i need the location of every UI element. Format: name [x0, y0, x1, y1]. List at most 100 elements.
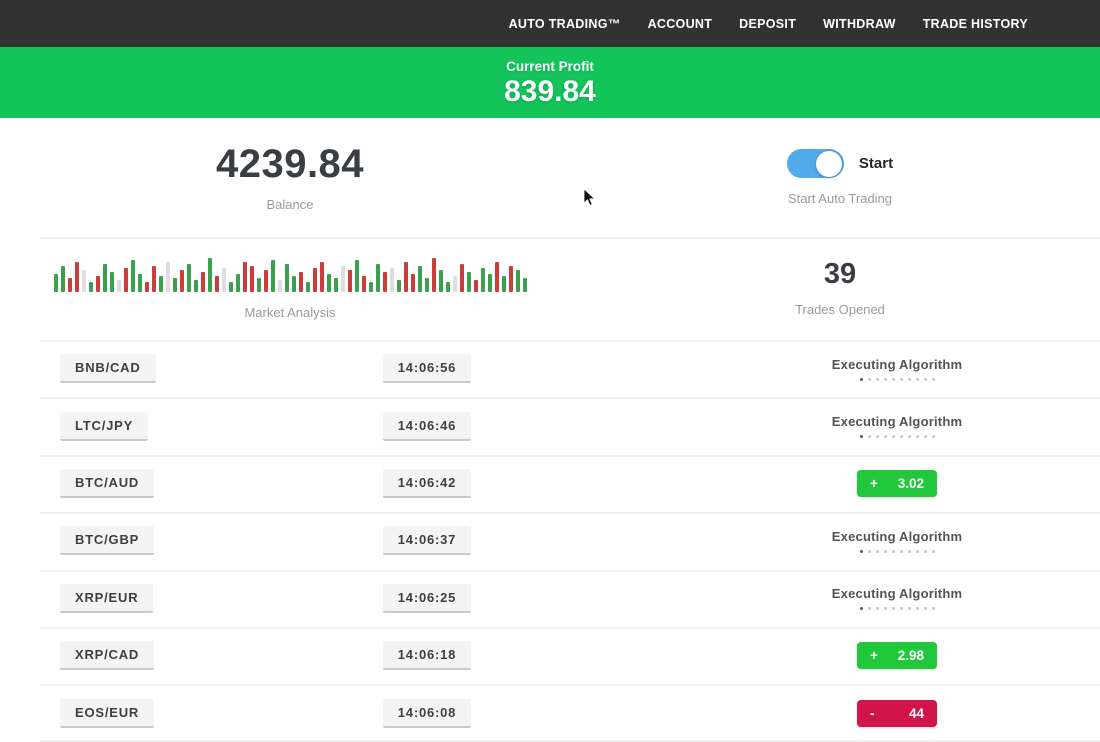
auto-trading-stat: Start Start Auto Trading	[580, 118, 1100, 237]
auto-trading-app: AUTO TRADING™ ACCOUNT DEPOSIT WITHDRAW T…	[0, 0, 1100, 742]
market-bar	[460, 264, 464, 292]
nav-trade-history[interactable]: TRADE HISTORY	[923, 17, 1028, 31]
progress-dot	[900, 435, 903, 438]
time-badge: 14:06:56	[383, 354, 471, 383]
executing-label: Executing Algorithm	[832, 414, 962, 429]
trade-row: XRP/EUR 14:06:25 Executing Algorithm	[0, 570, 1100, 627]
pair-badge[interactable]: XRP/EUR	[60, 584, 153, 613]
progress-dot	[868, 378, 871, 381]
balance-stat: 4239.84 Balance	[0, 118, 580, 237]
toggle-label: Start	[859, 155, 893, 172]
result-sign: +	[870, 648, 878, 663]
executing-label: Executing Algorithm	[832, 357, 962, 372]
balance-value: 4239.84	[216, 144, 364, 184]
progress-dot	[932, 607, 935, 610]
market-bar	[61, 266, 65, 292]
executing-status: Executing Algorithm	[832, 414, 962, 438]
market-bar	[292, 276, 296, 292]
result-badge: + 3.02	[857, 470, 937, 497]
top-navbar: AUTO TRADING™ ACCOUNT DEPOSIT WITHDRAW T…	[0, 0, 1100, 47]
market-analysis-chart	[54, 258, 527, 292]
pair-badge[interactable]: BNB/CAD	[60, 354, 156, 383]
market-bar	[138, 274, 142, 292]
market-bar	[383, 272, 387, 292]
progress-dot	[860, 550, 863, 553]
nav-deposit[interactable]: DEPOSIT	[739, 17, 796, 31]
market-bar	[327, 274, 331, 292]
nav-withdraw[interactable]: WITHDRAW	[823, 17, 896, 31]
market-bar	[313, 268, 317, 292]
result-sign: +	[870, 476, 878, 491]
market-bar	[194, 280, 198, 292]
progress-dot	[868, 550, 871, 553]
pair-badge[interactable]: LTC/JPY	[60, 412, 148, 441]
pair-badge[interactable]: BTC/AUD	[60, 469, 154, 498]
market-bar	[299, 272, 303, 292]
trades-opened-value: 39	[824, 260, 856, 289]
progress-dot	[892, 378, 895, 381]
progress-dot	[892, 435, 895, 438]
market-bar	[425, 278, 429, 292]
auto-trading-label: Start Auto Trading	[788, 191, 892, 206]
market-bar	[397, 280, 401, 292]
market-bar	[152, 266, 156, 292]
progress-dot	[908, 550, 911, 553]
market-bar	[159, 276, 163, 292]
market-bar	[250, 266, 254, 292]
market-bar	[376, 264, 380, 292]
market-bar	[229, 282, 233, 292]
progress-dots	[860, 607, 935, 610]
market-bar	[257, 278, 261, 292]
market-bar	[446, 282, 450, 292]
market-bar	[509, 266, 513, 292]
trades-opened-label: Trades Opened	[795, 302, 885, 317]
trades-opened-stat: 39 Trades Opened	[580, 237, 1100, 340]
market-bar	[495, 262, 499, 292]
time-badge: 14:06:46	[383, 412, 471, 441]
progress-dot	[876, 607, 879, 610]
market-bar	[271, 260, 275, 292]
progress-dot	[924, 378, 927, 381]
trade-row: XRP/CAD 14:06:18 + 2.98	[0, 627, 1100, 684]
progress-dots	[860, 378, 935, 381]
market-bar	[516, 270, 520, 292]
progress-dot	[924, 435, 927, 438]
progress-dot	[916, 607, 919, 610]
current-profit-banner: Current Profit 839.84	[0, 47, 1100, 118]
auto-trading-toggle[interactable]	[787, 149, 844, 178]
progress-dot	[924, 550, 927, 553]
progress-dot	[908, 607, 911, 610]
pair-badge[interactable]: EOS/EUR	[60, 699, 154, 728]
progress-dot	[884, 378, 887, 381]
nav-account[interactable]: ACCOUNT	[648, 17, 713, 31]
progress-dot	[884, 607, 887, 610]
executing-status: Executing Algorithm	[832, 357, 962, 381]
market-bar	[96, 276, 100, 292]
market-bar	[334, 278, 338, 292]
progress-dot	[876, 435, 879, 438]
market-bar	[453, 276, 457, 292]
trade-row: BTC/GBP 14:06:37 Executing Algorithm	[0, 512, 1100, 569]
time-badge: 14:06:18	[383, 641, 471, 670]
market-bar	[201, 272, 205, 292]
market-bar	[488, 274, 492, 292]
market-bar	[439, 270, 443, 292]
pair-badge[interactable]: XRP/CAD	[60, 641, 154, 670]
result-value: 3.02	[898, 476, 924, 491]
time-badge: 14:06:42	[383, 469, 471, 498]
market-bar	[481, 268, 485, 292]
progress-dot	[876, 378, 879, 381]
progress-dot	[892, 607, 895, 610]
pair-badge[interactable]: BTC/GBP	[60, 526, 154, 555]
trade-row: LTC/JPY 14:06:46 Executing Algorithm	[0, 397, 1100, 454]
trade-row: BNB/CAD 14:06:56 Executing Algorithm	[0, 340, 1100, 397]
market-bar	[75, 262, 79, 292]
nav-auto-trading[interactable]: AUTO TRADING™	[509, 17, 621, 31]
progress-dot	[860, 378, 863, 381]
result-badge: + 2.98	[857, 642, 937, 669]
market-bar	[467, 272, 471, 292]
market-bar	[110, 272, 114, 292]
market-bar	[166, 262, 170, 292]
result-sign: -	[870, 706, 875, 721]
progress-dot	[892, 550, 895, 553]
